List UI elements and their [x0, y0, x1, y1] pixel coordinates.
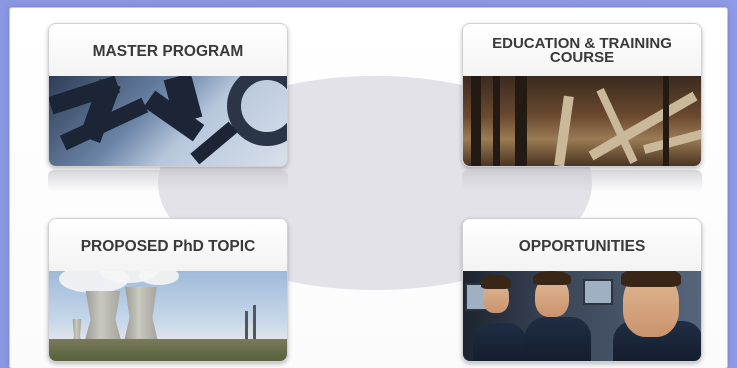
master-reflection: [48, 170, 288, 192]
education-training-card[interactable]: EDUCATION & TRAINING COURSE: [462, 23, 702, 167]
proposed-phd-card[interactable]: PROPOSED PhD TOPIC: [48, 218, 288, 362]
master-program-title: MASTER PROGRAM: [49, 24, 287, 76]
education-training-title: EDUCATION & TRAINING COURSE: [463, 24, 701, 76]
proposed-phd-title: PROPOSED PhD TOPIC: [49, 219, 287, 271]
crew-photo-icon: [463, 271, 701, 361]
content-panel: MASTER PROGRAM EDUCATION & TRAINING COUR…: [10, 8, 727, 368]
industrial-photo-icon: [463, 76, 701, 166]
opportunities-title: OPPORTUNITIES: [463, 219, 701, 271]
opportunities-card[interactable]: OPPORTUNITIES: [462, 218, 702, 362]
education-reflection: [462, 170, 702, 192]
master-program-card[interactable]: MASTER PROGRAM: [48, 23, 288, 167]
cooling-tower-photo-icon: [49, 271, 287, 361]
gear-photo-icon: [49, 76, 287, 166]
